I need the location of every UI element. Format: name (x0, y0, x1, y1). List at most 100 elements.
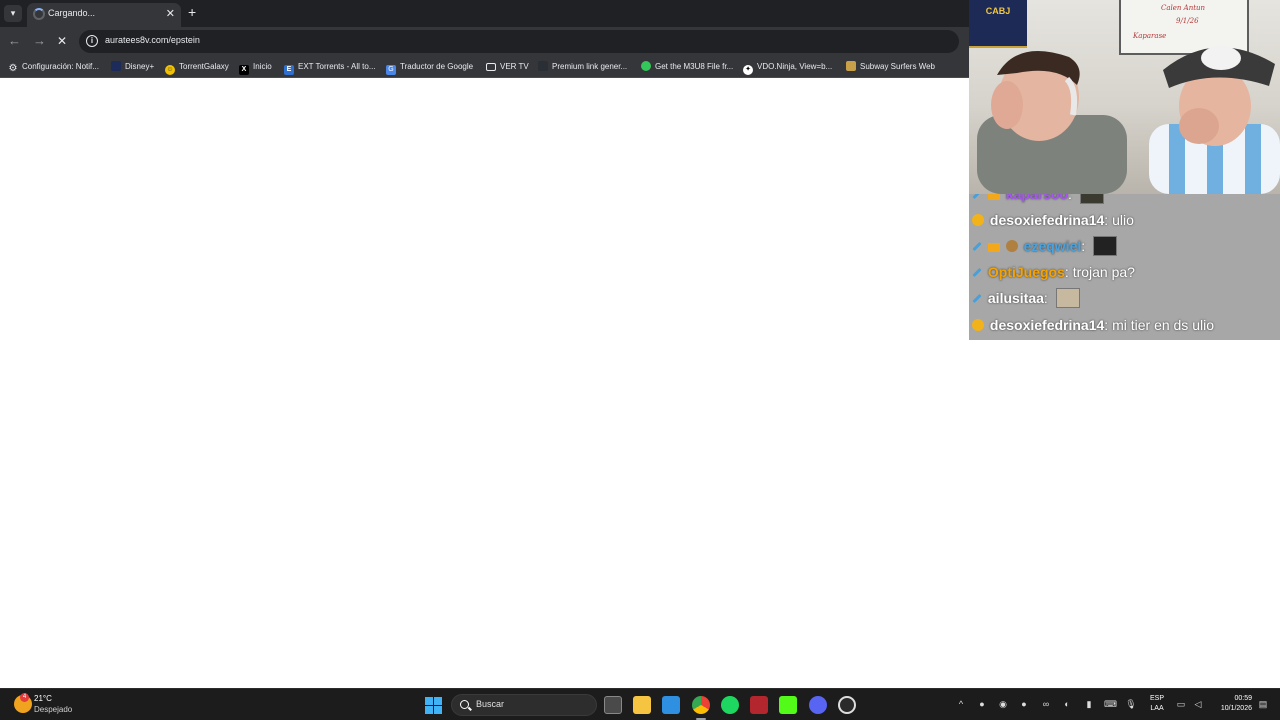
ninja-icon: ✦ (743, 65, 753, 75)
bookmark-traductor[interactable]: G Traductor de Google (386, 60, 474, 75)
tray-discord-icon[interactable]: ◉ (997, 698, 1009, 710)
address-bar[interactable]: i auratees8v.com/epstein (79, 30, 959, 53)
bookmark-m3u8[interactable]: Get the M3U8 File fr... (641, 60, 733, 74)
tray-app-icon[interactable]: ● (976, 698, 988, 710)
photos-icon[interactable] (662, 696, 680, 714)
streamer-right (1149, 46, 1280, 194)
system-clock[interactable]: 00:59 10/1/2026 (1212, 694, 1252, 714)
url-text[interactable]: auratees8v.com/epstein (105, 35, 200, 45)
whiteboard-line: Calen Antun (1161, 4, 1206, 12)
folder-icon (486, 63, 496, 71)
file-explorer-icon[interactable] (633, 696, 651, 714)
weather-condition: Despejado (34, 705, 73, 714)
back-button[interactable]: ← (8, 33, 21, 48)
green-dot-icon (641, 61, 651, 71)
stream-overlay: CABJ Calen Antun 9/1/26 Kaparase kaparso… (969, 0, 1280, 340)
taskbar-search[interactable]: Buscar (451, 694, 597, 716)
crown-badge-icon (987, 194, 1000, 200)
bookmark-ver-tv[interactable]: VER TV (486, 60, 529, 74)
subway-icon (846, 61, 856, 71)
bookmark-ext-torrents[interactable]: E EXT Torrents - All to... (284, 60, 376, 75)
tray-keyboard-icon[interactable]: ⌨ (1104, 698, 1117, 710)
windows-logo-icon (434, 697, 442, 705)
tray-steam-icon[interactable]: ◐ (1061, 698, 1073, 710)
bookmark-disney[interactable]: Disney+ (111, 60, 154, 74)
chat-text: trojan pa? (1072, 264, 1135, 280)
discord-icon[interactable] (809, 696, 827, 714)
language-line: LAA (1150, 705, 1164, 712)
kick-icon[interactable] (779, 696, 797, 714)
poster-text: CABJ (985, 6, 1011, 16)
bookmark-label: Inicio (253, 62, 272, 71)
clock-time: 00:59 (1234, 695, 1252, 702)
tray-link-icon[interactable]: ∞ (1040, 698, 1052, 710)
bookmark-subway-surfers[interactable]: Subway Surfers Web (846, 60, 935, 74)
bookmark-label: VER TV (500, 62, 529, 71)
stream-chat: kaparsoo: desoxiefedrina14: ulio ezeqwie… (969, 194, 1280, 340)
windows-logo-icon (425, 706, 433, 714)
chat-message: desoxiefedrina14: ulio (972, 210, 1134, 232)
tray-device-icon[interactable]: ▮ (1083, 698, 1095, 710)
search-icon (460, 700, 469, 709)
spotify-icon[interactable] (721, 696, 739, 714)
bookmark-label: Subway Surfers Web (860, 62, 935, 71)
bookmark-label: Configuración: Notif... (22, 62, 99, 71)
chat-username[interactable]: desoxiefedrina14 (990, 317, 1104, 333)
windows-logo-icon (434, 706, 442, 714)
bookmark-premium-link[interactable]: Premium link gener... (538, 60, 627, 74)
chat-username[interactable]: desoxiefedrina14 (990, 212, 1104, 228)
tab-search-button[interactable]: ▾ (4, 5, 22, 22)
whiteboard-line: 9/1/26 (1176, 17, 1199, 25)
tab-title: Cargando... (48, 8, 96, 18)
close-tab-icon[interactable]: ✕ (166, 7, 175, 20)
chat-username[interactable]: ezeqwiel (1024, 238, 1082, 254)
moderator-badge-icon (972, 194, 982, 200)
tab-active[interactable]: Cargando... ✕ (27, 3, 181, 27)
weather-alert-badge: 4 (20, 693, 29, 702)
chat-username[interactable]: OptiJuegos (988, 264, 1065, 280)
new-tab-button[interactable]: + (188, 4, 196, 20)
bookmark-configuracion[interactable]: ⚙ Configuración: Notif... (8, 60, 99, 74)
chat-text: ulio (1112, 212, 1134, 228)
language-line: ESP (1150, 695, 1165, 702)
emote-image (1093, 236, 1118, 256)
chat-message: kaparsoo: (972, 194, 1104, 206)
notifications-icon[interactable]: ▤ (1257, 698, 1269, 710)
chat-username[interactable]: kaparsoo (1006, 194, 1068, 202)
obs-icon[interactable] (838, 696, 856, 714)
stop-loading-button[interactable]: ✕ (57, 34, 67, 48)
chat-colon: : (1064, 264, 1073, 280)
language-indicator[interactable]: ESP LAA (1150, 694, 1164, 714)
volume-icon[interactable]: ◁ (1192, 698, 1204, 710)
webcam-feed: CABJ Calen Antun 9/1/26 Kaparase (969, 0, 1280, 194)
chat-username[interactable]: ailusitaa (988, 290, 1044, 306)
tray-overflow-icon[interactable]: ^ (955, 698, 967, 710)
chat-colon: : (1104, 212, 1113, 228)
bookmark-inicio[interactable]: X Inicio (239, 60, 272, 75)
x-icon: X (239, 65, 249, 75)
microphone-icon[interactable]: 🎙 (1125, 698, 1137, 710)
chrome-icon[interactable] (692, 696, 710, 720)
start-button[interactable] (425, 697, 442, 714)
site-info-icon[interactable]: i (86, 35, 98, 47)
gear-icon: ⚙ (8, 63, 18, 74)
bookmark-vdo-ninja[interactable]: ✦ VDO.Ninja, View=b... (743, 60, 833, 75)
bookmark-label: Disney+ (125, 62, 155, 71)
bookmark-torrentgalaxy[interactable]: ☺ TorrentGalaxy (165, 60, 229, 75)
forward-button[interactable]: → (33, 33, 46, 48)
windows-taskbar: 4 21°C Despejado Buscar ^ ● ◉ ● ∞ ◐ ▮ ⌨ … (0, 688, 1280, 720)
bookmark-label: TorrentGalaxy (179, 62, 229, 71)
winamp-icon[interactable] (750, 696, 768, 714)
avatar-badge-icon (1005, 240, 1018, 252)
chat-colon: : (1043, 290, 1048, 306)
streamer-left (977, 51, 1127, 194)
tray-app-icon[interactable]: ● (1018, 698, 1030, 710)
search-placeholder: Buscar (476, 699, 505, 709)
wall-poster: CABJ (969, 0, 1027, 48)
bookmark-label: VDO.Ninja, View=b... (757, 62, 833, 71)
chat-colon: : (1081, 238, 1086, 254)
bookmark-label: Traductor de Google (400, 62, 474, 71)
chat-text: mi tier en ds ulio (1112, 317, 1214, 333)
network-icon[interactable]: ▭ (1175, 698, 1187, 710)
task-view-icon[interactable] (604, 696, 622, 714)
